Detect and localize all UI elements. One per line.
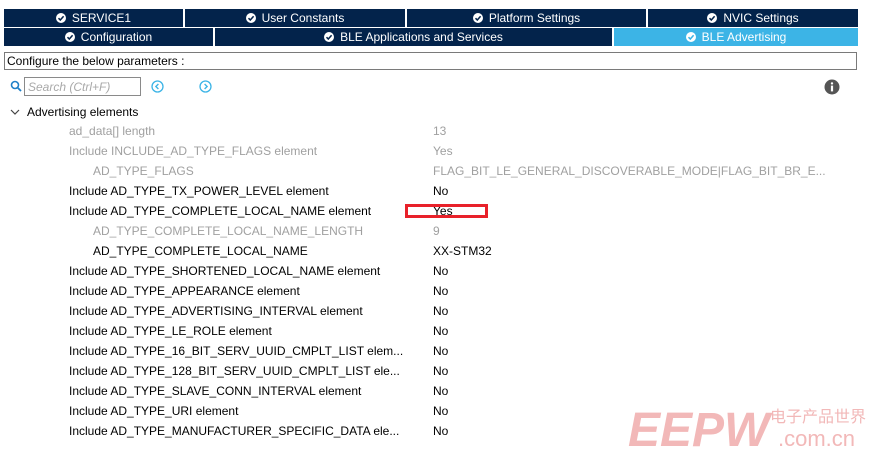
param-value[interactable]: No [433,404,448,418]
param-value[interactable]: No [433,284,448,298]
tab-ble-advertising[interactable]: BLE Advertising [614,28,858,46]
tab-configuration[interactable]: Configuration [4,28,215,46]
next-match-icon[interactable] [199,80,212,93]
param-row[interactable]: AD_TYPE_COMPLETE_LOCAL_NAME_LENGTH 9 [0,221,884,241]
check-circle-icon [685,32,696,42]
param-label: Include AD_TYPE_URI element [69,404,239,418]
param-label: AD_TYPE_FLAGS [93,164,194,178]
parameter-list: ad_data[] length 13 Include INCLUDE_AD_TY… [0,121,884,441]
tab-platform-settings[interactable]: Platform Settings [407,9,648,27]
check-circle-icon [64,32,75,42]
param-label: AD_TYPE_COMPLETE_LOCAL_NAME [93,244,308,258]
tab-row-1: SERVICE1 User Constants Platform Setting… [4,9,858,27]
param-value[interactable]: No [433,384,448,398]
tab-user-constants[interactable]: User Constants [185,9,407,27]
section-title: Advertising elements [27,105,139,119]
param-row[interactable]: Include AD_TYPE_SLAVE_CONN_INTERVAL elem… [0,381,884,401]
param-label: Include AD_TYPE_SLAVE_CONN_INTERVAL elem… [69,384,362,398]
param-label: Include AD_TYPE_ADVERTISING_INTERVAL ele… [69,304,363,318]
param-label: Include AD_TYPE_TX_POWER_LEVEL element [69,184,329,198]
param-row[interactable]: Include AD_TYPE_128_BIT_SERV_UUID_CMPLT_… [0,361,884,381]
tab-label: User Constants [261,11,345,25]
check-circle-icon [55,13,66,23]
param-value[interactable]: No [433,264,448,278]
param-value: 9 [433,224,440,238]
previous-match-icon[interactable] [151,80,164,93]
param-value[interactable]: No [433,304,448,318]
param-value[interactable]: No [433,424,448,438]
check-circle-icon [324,32,335,42]
param-row[interactable]: AD_TYPE_FLAGS FLAG_BIT_LE_GENERAL_DISCOVE… [0,161,884,181]
param-value: Yes [433,144,453,158]
watermark-site: .com.cn [778,426,855,450]
param-row[interactable]: Include AD_TYPE_TX_POWER_LEVEL element No [0,181,884,201]
param-value[interactable]: XX-STM32 [433,244,492,258]
param-label: Include AD_TYPE_MANUFACTURER_SPECIFIC_DA… [69,424,400,438]
tab-label: SERVICE1 [71,11,132,25]
param-row[interactable]: Include AD_TYPE_ADVERTISING_INTERVAL ele… [0,301,884,321]
param-label: Include INCLUDE_AD_TYPE_FLAGS element [69,144,318,158]
param-value[interactable]: No [433,344,448,358]
chevron-down-icon[interactable] [10,107,20,117]
tab-label: BLE Advertising [701,30,787,44]
tab-ble-applications-and-services[interactable]: BLE Applications and Services [215,28,614,46]
param-value[interactable]: No [433,324,448,338]
param-label: Include AD_TYPE_COMPLETE_LOCAL_NAME elem… [69,204,372,218]
param-row[interactable]: Include AD_TYPE_16_BIT_SERV_UUID_CMPLT_L… [0,341,884,361]
tab-label: NVIC Settings [723,11,799,25]
param-label: Include AD_TYPE_SHORTENED_LOCAL_NAME ele… [69,264,381,278]
param-row[interactable]: Include INCLUDE_AD_TYPE_FLAGS element Yes [0,141,884,161]
search-input[interactable] [24,77,141,96]
configure-parameters-label: Configure the below parameters : [4,52,857,70]
param-value[interactable]: No [433,364,448,378]
param-label: Include AD_TYPE_128_BIT_SERV_UUID_CMPLT_… [69,364,400,378]
search-bar [8,77,858,97]
param-label: Include AD_TYPE_16_BIT_SERV_UUID_CMPLT_L… [69,344,404,358]
tab-nvic-settings[interactable]: NVIC Settings [648,9,858,27]
tab-label: Configuration [80,30,153,44]
tab-label: Platform Settings [488,11,581,25]
check-circle-icon [707,13,718,23]
param-row[interactable]: Include AD_TYPE_APPEARANCE element No [0,281,884,301]
param-value[interactable]: No [433,184,448,198]
eepw-watermark-logo: EEPW 电子产品世界 .com.cn [628,404,866,450]
tab-row-2: Configuration BLE Applications and Servi… [4,28,858,46]
param-row[interactable]: Include AD_TYPE_LE_ROLE element No [0,321,884,341]
param-value: 13 [433,124,447,138]
param-label: AD_TYPE_COMPLETE_LOCAL_NAME_LENGTH [93,224,364,238]
tab-service1[interactable]: SERVICE1 [4,9,185,27]
param-row[interactable]: AD_TYPE_COMPLETE_LOCAL_NAME XX-STM32 [0,241,884,261]
highlight-box [405,204,488,218]
advertising-elements-section[interactable]: Advertising elements [10,103,138,121]
watermark-brand: EEPW [628,404,773,450]
watermark-cn: 电子产品世界 [770,407,866,426]
param-label: ad_data[] length [69,124,156,138]
param-label: Include AD_TYPE_APPEARANCE element [69,284,300,298]
check-circle-icon [245,13,256,23]
param-value: FLAG_BIT_LE_GENERAL_DISCOVERABLE_MODE|FL… [433,164,826,178]
check-circle-icon [472,13,483,23]
param-row[interactable]: ad_data[] length 13 [0,121,884,141]
search-icon [10,80,22,92]
param-row[interactable]: Include AD_TYPE_SHORTENED_LOCAL_NAME ele… [0,261,884,281]
param-label: Include AD_TYPE_LE_ROLE element [69,324,272,338]
info-icon[interactable] [824,79,840,95]
tab-label: BLE Applications and Services [340,30,503,44]
